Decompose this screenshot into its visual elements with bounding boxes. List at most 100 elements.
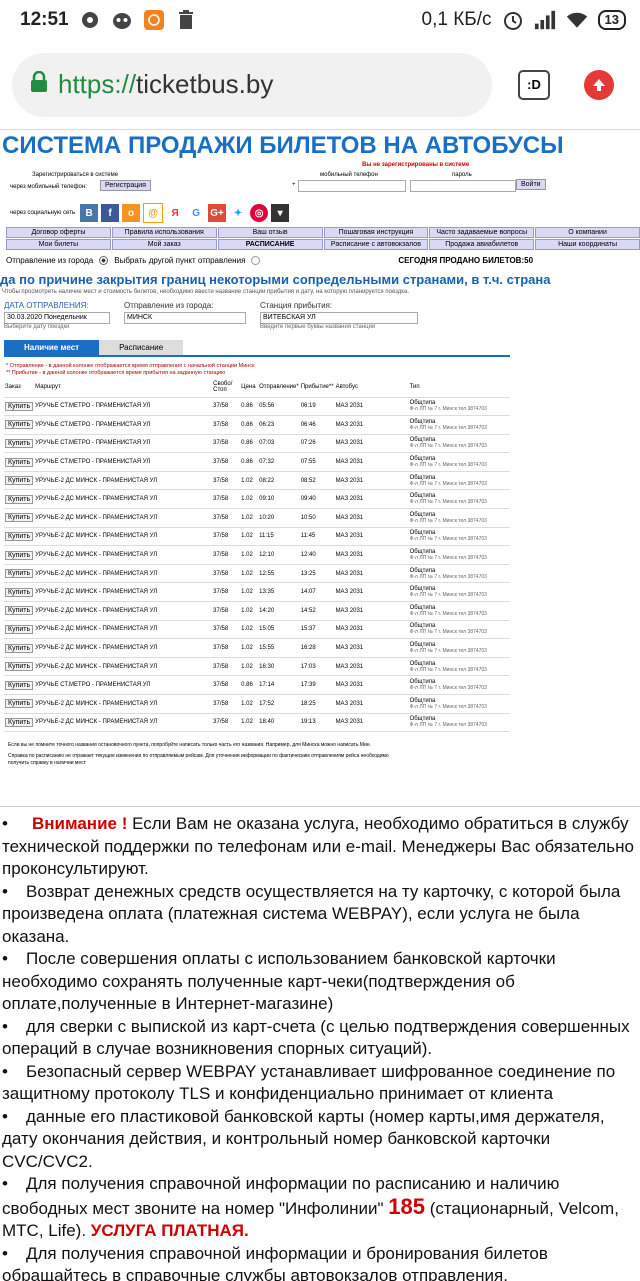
google-plus-icon[interactable]: G+ <box>208 204 226 222</box>
departure-cell: 18:40 <box>258 713 300 732</box>
type-cell: ОбщтипаФ-л ЛП № 7 г. Минск тел 3874703 <box>409 713 510 732</box>
departure-cell: 07:32 <box>258 453 300 472</box>
nav-schedule[interactable]: РАСПИСАНИЕ <box>218 239 323 250</box>
seats-cell: 37/58 <box>213 459 228 465</box>
nav-contacts[interactable]: Наши координаты <box>535 239 640 250</box>
nav-usage-rules[interactable]: Правила использования <box>112 227 217 238</box>
arrival-cell: 06:46 <box>300 416 335 435</box>
buy-button[interactable]: Купить <box>5 532 33 541</box>
register-button[interactable]: Регистрация <box>100 180 151 191</box>
bus-cell: МАЗ 2031 <box>336 496 364 502</box>
buy-cell: Купить <box>4 695 34 714</box>
buy-button[interactable]: Купить <box>5 662 33 671</box>
footnote-schedule-tip: Справка по расписанию не отражает текущи… <box>8 753 408 767</box>
tabs-button[interactable]: :D <box>518 70 550 100</box>
trips-table: Заказ Маршрут Свобо/Стоп Цена Отправлени… <box>4 377 510 732</box>
departure-cell: 08:22 <box>258 471 300 490</box>
price-cell: 0.86 <box>240 416 258 435</box>
mailru-icon[interactable]: @ <box>143 203 163 223</box>
yandex-icon[interactable]: Я <box>166 204 184 222</box>
table-row: КупитьУРУЧЬЕ-2 ДС МИНСК - ПРАМЕНИСТАЯ УЛ… <box>4 471 510 490</box>
price-cell: 1.02 <box>241 589 253 595</box>
price-cell: 0.86 <box>241 440 253 446</box>
route-cell: УРУЧЬЕ-2 ДС МИНСК - ПРАМЕНИСТАЯ УЛ <box>35 571 157 577</box>
vk-icon[interactable]: В <box>80 204 98 222</box>
odnoklassniki-icon[interactable]: о <box>122 204 140 222</box>
info-attention: •Внимание ! Если Вам не оказана услуга, … <box>0 813 640 881</box>
route-cell: УРУЧЬЕ СТ.МЕТРО - ПРАМЕНИСТАЯ УЛ <box>35 422 150 428</box>
paid-service: УСЛУГА ПЛАТНАЯ. <box>91 1221 249 1240</box>
date-select[interactable]: 30.03.2020 Понедельник <box>4 312 110 324</box>
buy-button[interactable]: Купить <box>5 699 33 708</box>
from-select[interactable]: МИНСК <box>124 312 246 324</box>
nav-about[interactable]: О компании <box>535 227 640 238</box>
update-icon[interactable] <box>584 70 614 100</box>
departure-cell: 17:14 <box>258 676 300 695</box>
buy-button[interactable]: Купить <box>5 476 33 485</box>
buy-button[interactable]: Купить <box>5 439 33 448</box>
price-cell: 0.86 <box>241 459 253 465</box>
buy-button[interactable]: Купить <box>5 551 33 560</box>
buy-button[interactable]: Купить <box>5 644 33 653</box>
route-cell: УРУЧЬЕ СТ.МЕТРО - ПРАМЕНИСТАЯ УЛ <box>35 459 150 465</box>
to-input[interactable]: ВИТЕБСКАЯ УЛ <box>260 312 418 324</box>
tab-schedule[interactable]: Расписание <box>99 340 183 355</box>
instagram-icon[interactable]: ◎ <box>250 204 268 222</box>
buy-button[interactable]: Купить <box>5 718 33 727</box>
buy-button[interactable]: Купить <box>5 402 33 411</box>
buy-button[interactable]: Купить <box>5 588 33 597</box>
table-row: КупитьУРУЧЬЕ-2 ДС МИНСК - ПРАМЕНИСТАЯ УЛ… <box>4 620 510 639</box>
departure-cell: 12:55 <box>258 564 300 583</box>
table-row: КупитьУРУЧЬЕ-2 ДС МИНСК - ПРАМЕНИСТАЯ УЛ… <box>4 490 510 509</box>
buy-button[interactable]: Купить <box>5 458 33 467</box>
price-cell: 1.02 <box>240 583 258 602</box>
price-cell: 1.02 <box>241 664 253 670</box>
nav-offer-contract[interactable]: Договор оферты <box>6 227 111 238</box>
footnotes: Если вы не помните точного названия оста… <box>8 742 408 767</box>
departure-cell: 09:10 <box>259 496 274 502</box>
phone-input[interactable] <box>298 180 406 192</box>
price-cell: 0.86 <box>240 397 258 416</box>
nav-my-tickets[interactable]: Мои билеты <box>6 239 111 250</box>
price-cell: 1.02 <box>241 478 253 484</box>
login-button[interactable]: Войти <box>516 179 546 190</box>
more-dropdown-icon[interactable]: ▾ <box>271 204 289 222</box>
seats-cell: 37/58 <box>212 490 240 509</box>
register-prompt: Зарегистрироваться в системе <box>32 172 118 178</box>
facebook-icon[interactable]: f <box>101 204 119 222</box>
buy-button[interactable]: Купить <box>5 420 33 429</box>
departure-cell: 17:52 <box>258 695 300 714</box>
radio-other-point[interactable] <box>99 256 108 265</box>
twitter-icon[interactable]: ✦ <box>229 204 247 222</box>
radio-alt[interactable] <box>251 256 260 265</box>
arrival-cell: 19:13 <box>301 719 316 725</box>
address-bar[interactable]: https://ticketbus.by <box>12 53 492 117</box>
buy-button[interactable]: Купить <box>5 513 33 522</box>
nav-feedback[interactable]: Ваш отзыв <box>218 227 323 238</box>
buy-button[interactable]: Купить <box>5 625 33 634</box>
price-cell: 1.02 <box>240 546 258 565</box>
buy-button[interactable]: Купить <box>5 569 33 578</box>
arrival-cell: 07:26 <box>301 440 316 446</box>
password-input[interactable] <box>410 180 516 192</box>
nav-faq[interactable]: Часто задаваемые вопросы <box>429 227 534 238</box>
seats-cell: 37/58 <box>213 496 228 502</box>
nav-air-tickets[interactable]: Продажа авиабилетов <box>429 239 534 250</box>
nav-my-order[interactable]: Мой заказ <box>112 239 217 250</box>
buy-button[interactable]: Купить <box>5 681 33 690</box>
browser-toolbar: https://ticketbus.by :D <box>0 40 640 130</box>
site-content: СИСТЕМА ПРОДАЖИ БИЛЕТОВ НА АВТОБУСЫ Вы н… <box>0 130 640 802</box>
departure-cell: 18:40 <box>259 719 274 725</box>
bus-cell: МАЗ 2031 <box>335 713 409 732</box>
nav-instructions[interactable]: Пошаговая инструкция <box>324 227 429 238</box>
type-cell: ОбщтипаФ-л ЛП № 7 г. Минск тел 3874703 <box>409 434 510 453</box>
card-data-text: данные его пластиковой банковской карты … <box>2 1107 605 1171</box>
tab-availability[interactable]: Наличие мест <box>4 340 99 355</box>
legend-arrival: ** Прибытие - в данной колонке отображае… <box>6 370 640 377</box>
col-arrival: Прибытие** <box>300 377 335 397</box>
type-cell: ОбщтипаФ-л ЛП № 7 г. Минск тел 3874703 <box>409 471 510 490</box>
google-icon[interactable]: G <box>187 204 205 222</box>
buy-button[interactable]: Купить <box>5 495 33 504</box>
buy-button[interactable]: Купить <box>5 606 33 615</box>
nav-station-schedule[interactable]: Расписание с автовокзалов <box>324 239 429 250</box>
